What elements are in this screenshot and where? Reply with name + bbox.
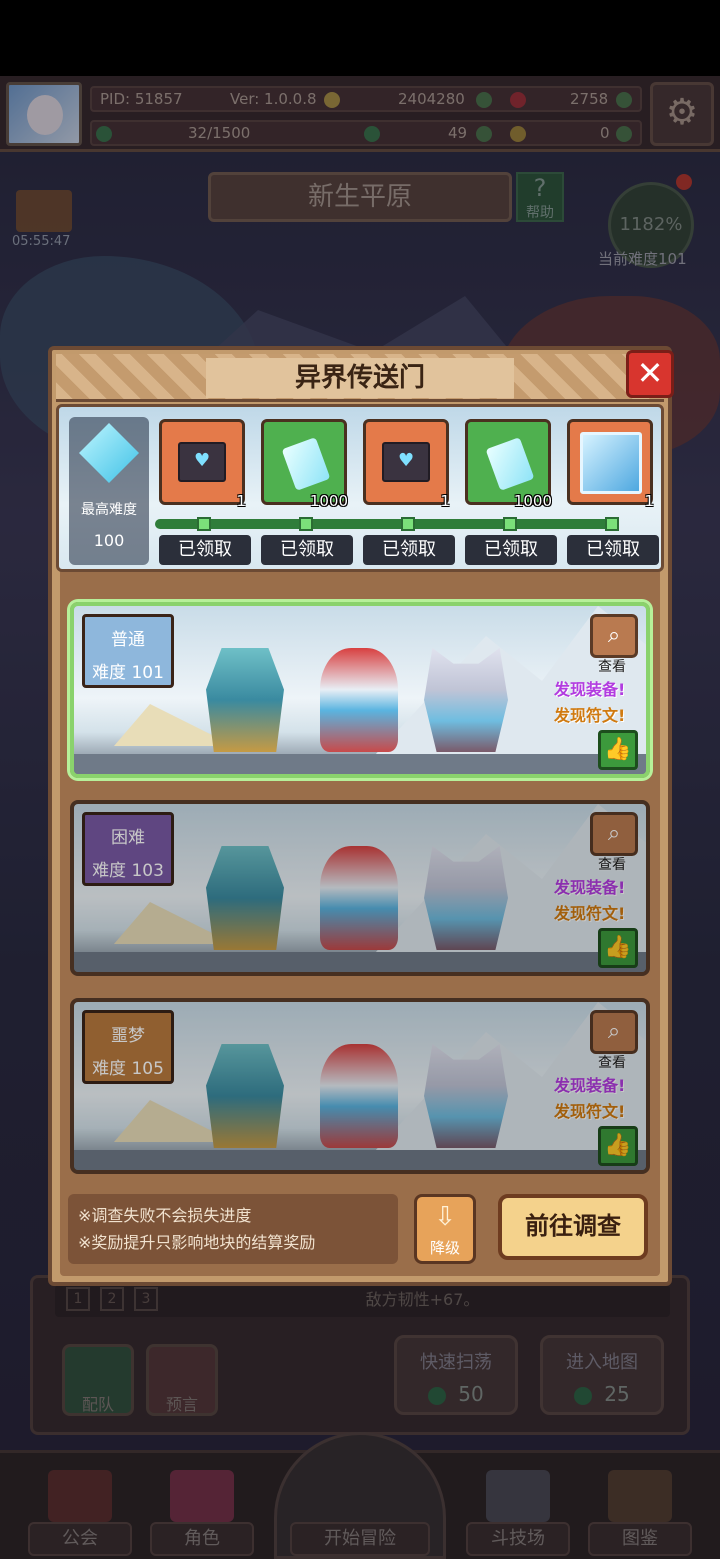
difficulty-badge: 噩梦 难度 105 [82, 1010, 174, 1084]
downgrade-button[interactable]: ⇩ 降级 [414, 1194, 476, 1264]
claimed-status: 已领取 [261, 535, 353, 565]
red-hood-character [320, 846, 398, 950]
max-difficulty-value: 100 [93, 531, 125, 550]
knight-character [206, 1044, 284, 1148]
mail-icon [178, 442, 226, 482]
reward-slot[interactable]: 1 [363, 419, 450, 510]
reward-qty: 1 [644, 492, 654, 510]
modal-header: 异界传送门 [56, 354, 664, 402]
thumbs-up-icon[interactable]: 👍 [598, 1126, 638, 1166]
ground-decoration [74, 754, 646, 774]
diamond-crystal-icon [79, 423, 139, 483]
claimed-status: 已领取 [465, 535, 557, 565]
reward-slot[interactable]: 1 [567, 419, 654, 510]
thumbs-up-icon[interactable]: 👍 [598, 928, 638, 968]
found-equipment-text: 发现装备! [554, 680, 626, 699]
go-investigate-button[interactable]: 前往调查 [498, 1194, 648, 1260]
red-hood-character [320, 1044, 398, 1148]
red-hood-character [320, 648, 398, 752]
found-rune-text: 发现符文! [554, 706, 626, 725]
claimed-status: 已领取 [363, 535, 455, 565]
max-difficulty-badge: 最高难度 100 [69, 417, 149, 565]
found-equipment-text: 发现装备! [554, 1076, 626, 1095]
claimed-status: 已领取 [567, 535, 659, 565]
milestone-reward-strip: 最高难度 100 1 1000 1 1000 1 已领取 已领取 已领取 已领取… [56, 404, 664, 572]
progress-node [299, 517, 313, 531]
found-rune-text: 发现符文! [554, 904, 626, 923]
mode-label: 噩梦 [111, 1026, 145, 1046]
stage-card-nightmare[interactable]: 噩梦 难度 105 ⌕ 查看 发现装备! 发现符文! 👍 [70, 998, 650, 1174]
reward-slot[interactable]: 1000 [261, 419, 348, 510]
view-label: 查看 [598, 659, 626, 675]
note-line: ※奖励提升只影响地块的结算奖励 [78, 1233, 316, 1252]
crystal-icon [281, 437, 331, 491]
magnifier-icon[interactable]: ⌕ [590, 812, 638, 856]
reward-qty: 1000 [513, 492, 552, 510]
magnifier-icon[interactable]: ⌕ [590, 614, 638, 658]
stage-card-hard[interactable]: 困难 难度 103 ⌕ 查看 发现装备! 发现符文! 👍 [70, 800, 650, 976]
reward-qty: 1 [236, 492, 246, 510]
progress-node [605, 517, 619, 531]
stage-card-normal[interactable]: 普通 难度 101 ⌕ 查看 发现装备! 发现符文! 👍 [70, 602, 650, 778]
progress-node [197, 517, 211, 531]
knight-character [206, 648, 284, 752]
max-difficulty-label: 最高难度 [81, 502, 137, 518]
claimed-status: 已领取 [159, 535, 251, 565]
ground-decoration [74, 952, 646, 972]
difficulty-badge: 困难 难度 103 [82, 812, 174, 886]
close-button[interactable]: ✕ [626, 350, 674, 398]
level-label: 难度 103 [92, 861, 164, 881]
ground-decoration [74, 1150, 646, 1170]
mode-label: 普通 [111, 630, 145, 650]
notes-panel: ※调查失败不会损失进度 ※奖励提升只影响地块的结算奖励 [68, 1194, 398, 1264]
modal-title: 异界传送门 [206, 358, 514, 398]
found-rune-text: 发现符文! [554, 1102, 626, 1121]
mail-icon [382, 442, 430, 482]
thumbs-up-icon[interactable]: 👍 [598, 730, 638, 770]
mode-label: 困难 [111, 828, 145, 848]
downgrade-label: 降级 [429, 1239, 460, 1257]
progress-node [503, 517, 517, 531]
difficulty-badge: 普通 难度 101 [82, 614, 174, 688]
found-equipment-text: 发现装备! [554, 878, 626, 897]
progress-node [401, 517, 415, 531]
level-label: 难度 101 [92, 663, 164, 683]
view-label: 查看 [598, 857, 626, 873]
view-label: 查看 [598, 1055, 626, 1071]
frame-icon [580, 432, 642, 494]
level-label: 难度 105 [92, 1059, 164, 1079]
note-line: ※调查失败不会损失进度 [78, 1206, 252, 1225]
reward-slot[interactable]: 1 [159, 419, 246, 510]
knight-character [206, 846, 284, 950]
reward-qty: 1000 [309, 492, 348, 510]
status-bar [0, 0, 720, 76]
down-arrow-icon: ⇩ [434, 1202, 456, 1232]
magnifier-icon[interactable]: ⌕ [590, 1010, 638, 1054]
reward-qty: 1 [440, 492, 450, 510]
progress-track [155, 519, 617, 529]
reward-slot[interactable]: 1000 [465, 419, 552, 510]
crystal-icon [485, 437, 535, 491]
